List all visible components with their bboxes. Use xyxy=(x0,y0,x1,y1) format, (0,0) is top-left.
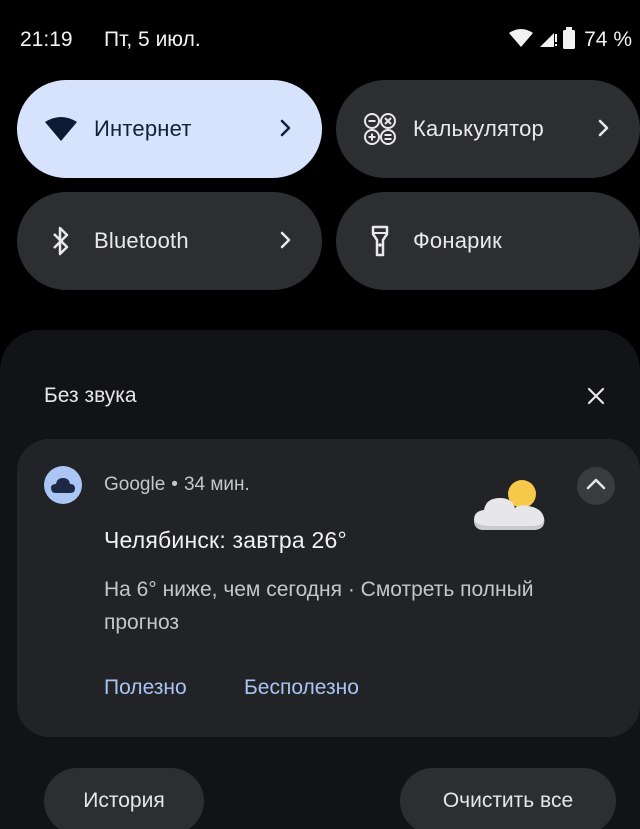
wifi-status-icon xyxy=(508,28,534,53)
close-icon[interactable] xyxy=(584,384,608,408)
cloud-icon xyxy=(44,466,82,504)
collapse-button[interactable] xyxy=(577,467,615,505)
status-date: Пт, 5 июл. xyxy=(104,28,201,51)
chevron-right-icon xyxy=(594,114,614,142)
meta-separator: • xyxy=(171,474,178,495)
tile-internet[interactable]: Интернет xyxy=(17,80,322,178)
tile-bluetooth-label: Bluetooth xyxy=(94,228,189,253)
tile-calculator[interactable]: Калькулятор xyxy=(336,80,640,178)
tile-internet-label: Интернет xyxy=(94,116,192,141)
clear-all-button[interactable]: Очистить все xyxy=(400,768,616,829)
battery-percentage: 74 % xyxy=(584,28,632,51)
quick-settings-screen: 21:19 Пт, 5 июл. 74 % Интернет Калькулят… xyxy=(0,0,640,829)
battery-icon xyxy=(562,26,576,54)
history-button[interactable]: История xyxy=(44,768,204,829)
silent-section-title: Без звука xyxy=(44,384,137,407)
calculator-icon xyxy=(362,111,398,147)
useless-button[interactable]: Бесполезно xyxy=(244,676,359,700)
signal-icon xyxy=(538,28,558,53)
chevron-right-icon xyxy=(276,114,296,142)
notification-time: 34 мин. xyxy=(183,474,250,495)
flashlight-icon xyxy=(362,223,398,259)
status-bar: 21:19 Пт, 5 июл. 74 % xyxy=(0,0,640,80)
status-time: 21:19 xyxy=(20,28,73,51)
wifi-icon xyxy=(43,111,79,147)
chevron-right-icon xyxy=(276,226,296,254)
status-icons: 74 % xyxy=(508,26,632,54)
notification-app-name: Google xyxy=(104,474,166,495)
tile-flashlight-label: Фонарик xyxy=(413,228,502,253)
bluetooth-icon xyxy=(43,223,79,259)
notification-body: На 6° ниже, чем сегодня · Смотреть полны… xyxy=(104,578,534,634)
useful-button[interactable]: Полезно xyxy=(104,676,187,700)
notification-meta: Google • 34 мин. xyxy=(104,474,250,496)
partly-cloudy-icon xyxy=(470,474,550,534)
tile-calculator-label: Калькулятор xyxy=(413,116,544,141)
chevron-up-icon xyxy=(585,477,607,496)
tile-bluetooth[interactable]: Bluetooth xyxy=(17,192,322,290)
tile-flashlight[interactable]: Фонарик xyxy=(336,192,640,290)
notification-title: Челябинск: завтра 26° xyxy=(104,527,347,553)
